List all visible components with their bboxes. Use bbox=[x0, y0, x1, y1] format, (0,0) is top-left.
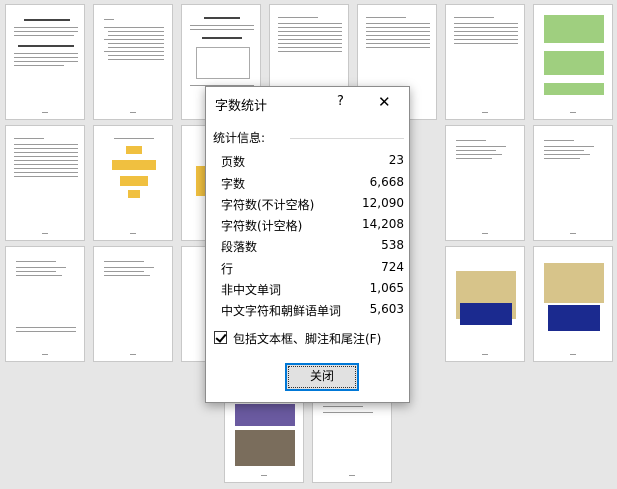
page-thumbnail[interactable] bbox=[93, 125, 173, 241]
dialog-title-bar[interactable]: 字数统计 ? ✕ bbox=[206, 87, 409, 119]
page-thumbnail[interactable] bbox=[93, 246, 173, 362]
stat-value: 5,603 bbox=[369, 302, 404, 316]
include-textboxes-label[interactable]: 包括文本框、脚注和尾注(F) bbox=[233, 330, 381, 347]
word-count-dialog: 字数统计 ? ✕ 统计信息: 页数 23 字数 6,668 字符数(不计空格) … bbox=[205, 86, 410, 403]
stat-row-pages: 页数 23 bbox=[221, 153, 404, 174]
stat-value: 538 bbox=[381, 238, 404, 252]
stat-label: 页数 bbox=[221, 155, 246, 169]
stat-value: 6,668 bbox=[369, 175, 404, 189]
stat-value: 12,090 bbox=[362, 196, 404, 210]
page-thumbnail[interactable] bbox=[445, 246, 525, 362]
page-thumbnail[interactable] bbox=[533, 4, 613, 120]
stat-label: 非中文单词 bbox=[221, 283, 282, 297]
page-thumbnail[interactable] bbox=[5, 125, 85, 241]
stat-value: 14,208 bbox=[362, 217, 404, 231]
include-textboxes-checkbox[interactable] bbox=[214, 331, 227, 344]
stat-row-chars-with-spaces: 字符数(计空格) 14,208 bbox=[221, 217, 404, 238]
section-divider bbox=[290, 138, 404, 139]
page-thumbnail[interactable] bbox=[93, 4, 173, 120]
page-thumbnail[interactable] bbox=[445, 125, 525, 241]
close-button[interactable]: 关闭 bbox=[285, 363, 359, 391]
stat-label: 字符数(计空格) bbox=[221, 219, 303, 233]
stat-label: 段落数 bbox=[221, 240, 258, 254]
stat-row-chars-no-spaces: 字符数(不计空格) 12,090 bbox=[221, 196, 404, 217]
help-button[interactable]: ? bbox=[337, 94, 344, 109]
stat-value: 724 bbox=[381, 260, 404, 274]
page-thumbnail[interactable] bbox=[533, 246, 613, 362]
close-icon[interactable]: ✕ bbox=[378, 93, 391, 111]
stat-label: 中文字符和朝鲜语单词 bbox=[221, 304, 342, 318]
stat-row-cjk-words: 中文字符和朝鲜语单词 5,603 bbox=[221, 302, 404, 323]
stat-row-paragraphs: 段落数 538 bbox=[221, 238, 404, 259]
stat-label: 字符数(不计空格) bbox=[221, 198, 315, 212]
stat-label: 字数 bbox=[221, 177, 246, 191]
page-thumbnail[interactable] bbox=[445, 4, 525, 120]
close-button-label: 关闭 bbox=[309, 369, 334, 383]
page-thumbnail[interactable] bbox=[5, 246, 85, 362]
stat-value: 23 bbox=[388, 153, 404, 167]
stat-label: 行 bbox=[221, 262, 234, 276]
dialog-title: 字数统计 bbox=[215, 99, 268, 114]
stat-row-lines: 行 724 bbox=[221, 260, 404, 281]
stat-row-words: 字数 6,668 bbox=[221, 175, 404, 196]
page-thumbnail[interactable] bbox=[533, 125, 613, 241]
page-thumbnail[interactable] bbox=[5, 4, 85, 120]
stat-value: 1,065 bbox=[369, 281, 404, 295]
statistics-label: 统计信息: bbox=[213, 131, 266, 145]
stat-row-non-chinese-words: 非中文单词 1,065 bbox=[221, 281, 404, 302]
